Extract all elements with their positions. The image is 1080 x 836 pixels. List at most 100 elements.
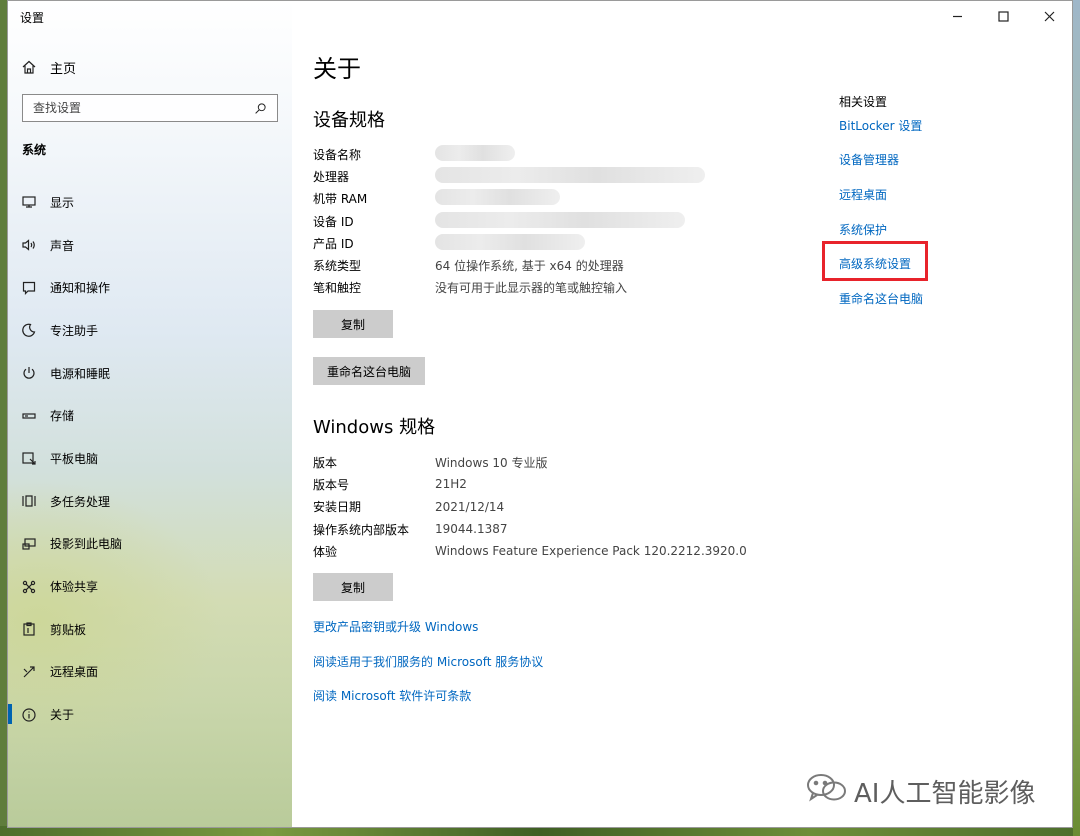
maximize-button[interactable] [980,1,1026,31]
sidebar-item-storage[interactable]: 存储 [8,394,292,437]
device-manager-link[interactable]: 设备管理器 [839,151,899,168]
copy-device-spec-button[interactable]: 复制 [313,310,393,338]
close-icon [1044,11,1054,21]
microsoft-license-terms-link[interactable]: 阅读 Microsoft 软件许可条款 [313,687,471,704]
spec-value: 2021/12/14 [435,499,505,514]
remote-icon [20,663,38,681]
sidebar-item-multitasking[interactable]: 多任务处理 [8,480,292,523]
sidebar-item-label: 远程桌面 [50,665,99,680]
sidebar-item-label: 电源和睡眠 [50,366,111,381]
sidebar-item-label: 专注助手 [50,323,99,338]
sidebar-item-shared-experiences[interactable]: 体验共享 [8,565,292,608]
multitask-icon [20,492,38,510]
sidebar-item-sound[interactable]: 声音 [8,224,292,267]
sidebar-item-label: 显示 [50,195,75,210]
spec-row: 安装日期 2021/12/14 [313,496,813,518]
system-protection-link[interactable]: 系统保护 [839,221,887,238]
main-content: 关于 设备规格 设备名称 处理器 机带 RAM 设备 ID 产品 ID 系统类型… [292,1,1072,827]
watermark-text: AI人工智能影像 [854,779,1036,809]
sidebar-item-display[interactable]: 显示 [8,181,292,224]
windows-spec-table: 版本 Windows 10 专业版 版本号 21H2 安装日期 2021/12/… [313,451,813,562]
remote-desktop-link[interactable]: 远程桌面 [839,186,887,203]
sidebar-item-about[interactable]: 关于 [8,693,292,736]
spec-row: 系统类型 64 位操作系统, 基于 x64 的处理器 [313,254,813,276]
spec-value-redacted [435,144,515,164]
minimize-icon [952,15,962,17]
spec-value-redacted [435,166,705,186]
spec-row: 机带 RAM [313,188,813,210]
watermark: AI人工智能影像 [804,771,1035,812]
sidebar-nav: 显示 声音 通知和操作 专注助手 电源和睡眠 存储 平板电脑 多任务处理 投影到… [8,181,292,736]
sidebar-item-remote-desktop[interactable]: 远程桌面 [8,651,292,694]
sidebar-home[interactable]: 主页 [20,55,76,79]
spec-key: 设备 ID [313,214,354,229]
spec-row: 处理器 [313,165,813,187]
highlight-annotation-box [822,241,928,281]
sidebar-item-project[interactable]: 投影到此电脑 [8,523,292,566]
sidebar-item-label: 通知和操作 [50,281,111,296]
spec-key: 体验 [313,544,338,559]
copy-windows-spec-button[interactable]: 复制 [313,573,393,601]
sidebar-section-title: 系统 [22,143,47,157]
device-spec-table: 设备名称 处理器 机带 RAM 设备 ID 产品 ID 系统类型 64 位操作系… [313,143,813,299]
power-icon [20,364,38,382]
sidebar-item-focus-assist[interactable]: 专注助手 [8,309,292,352]
sidebar-item-label: 投影到此电脑 [50,537,123,552]
spec-key: 设备名称 [313,147,362,162]
home-icon [20,58,38,76]
spec-row: 设备 ID [313,210,813,232]
spec-key: 操作系统内部版本 [313,522,410,537]
spec-value: 没有可用于此显示器的笔或触控输入 [435,281,628,296]
microsoft-services-agreement-link[interactable]: 阅读适用于我们服务的 Microsoft 服务协议 [313,653,543,670]
page-title: 关于 [313,55,361,83]
info-icon [20,706,38,724]
spec-row: 设备名称 [313,143,813,165]
search-box[interactable] [22,94,278,122]
project-icon [20,535,38,553]
desktop-wallpaper-edge [1073,0,1080,836]
window-title: 设置 [20,11,45,25]
sidebar-item-power[interactable]: 电源和睡眠 [8,352,292,395]
spec-key: 系统类型 [313,259,362,274]
spec-key: 笔和触控 [313,281,362,296]
rename-pc-button[interactable]: 重命名这台电脑 [313,357,425,385]
spec-value: 21H2 [435,477,467,492]
spec-value-redacted [435,189,560,208]
sidebar-item-clipboard[interactable]: 剪贴板 [8,608,292,651]
bitlocker-settings-link[interactable]: BitLocker 设置 [839,117,922,134]
tablet-icon [20,449,38,467]
device-spec-heading: 设备规格 [313,110,385,131]
sidebar-item-tablet[interactable]: 平板电脑 [8,437,292,480]
sidebar-item-label: 剪贴板 [50,622,87,637]
spec-row: 版本 Windows 10 专业版 [313,451,813,473]
search-icon[interactable] [251,99,269,117]
monitor-icon [20,193,38,211]
clipboard-icon [20,620,38,638]
share-icon [20,578,38,596]
notification-icon [20,279,38,297]
maximize-icon [997,10,1009,22]
spec-row: 版本号 21H2 [313,473,813,495]
spec-row: 体验 Windows Feature Experience Pack 120.2… [313,540,813,562]
settings-window: 设置 主页 系统 显示 声音 通知和操作 [7,0,1073,828]
search-input[interactable] [33,101,233,115]
spec-row: 笔和触控 没有可用于此显示器的笔或触控输入 [313,277,813,299]
sidebar-item-label: 声音 [50,238,75,253]
spec-value: Windows 10 专业版 [435,455,548,470]
spec-value-redacted [435,233,585,253]
spec-key: 处理器 [313,169,350,184]
spec-value-redacted [435,211,685,231]
spec-row: 操作系统内部版本 19044.1387 [313,518,813,540]
sidebar-item-label: 平板电脑 [50,451,99,466]
sidebar-item-notifications[interactable]: 通知和操作 [8,266,292,309]
close-button[interactable] [1026,1,1072,31]
window-controls [934,1,1072,31]
spec-value: 64 位操作系统, 基于 x64 的处理器 [435,259,624,274]
minimize-button[interactable] [934,1,980,31]
rename-pc-link[interactable]: 重命名这台电脑 [839,290,923,307]
storage-icon [20,407,38,425]
sidebar-item-label: 关于 [50,708,75,723]
spec-key: 版本号 [313,477,350,492]
moon-icon [20,321,38,339]
change-product-key-link[interactable]: 更改产品密钥或升级 Windows [313,618,478,635]
